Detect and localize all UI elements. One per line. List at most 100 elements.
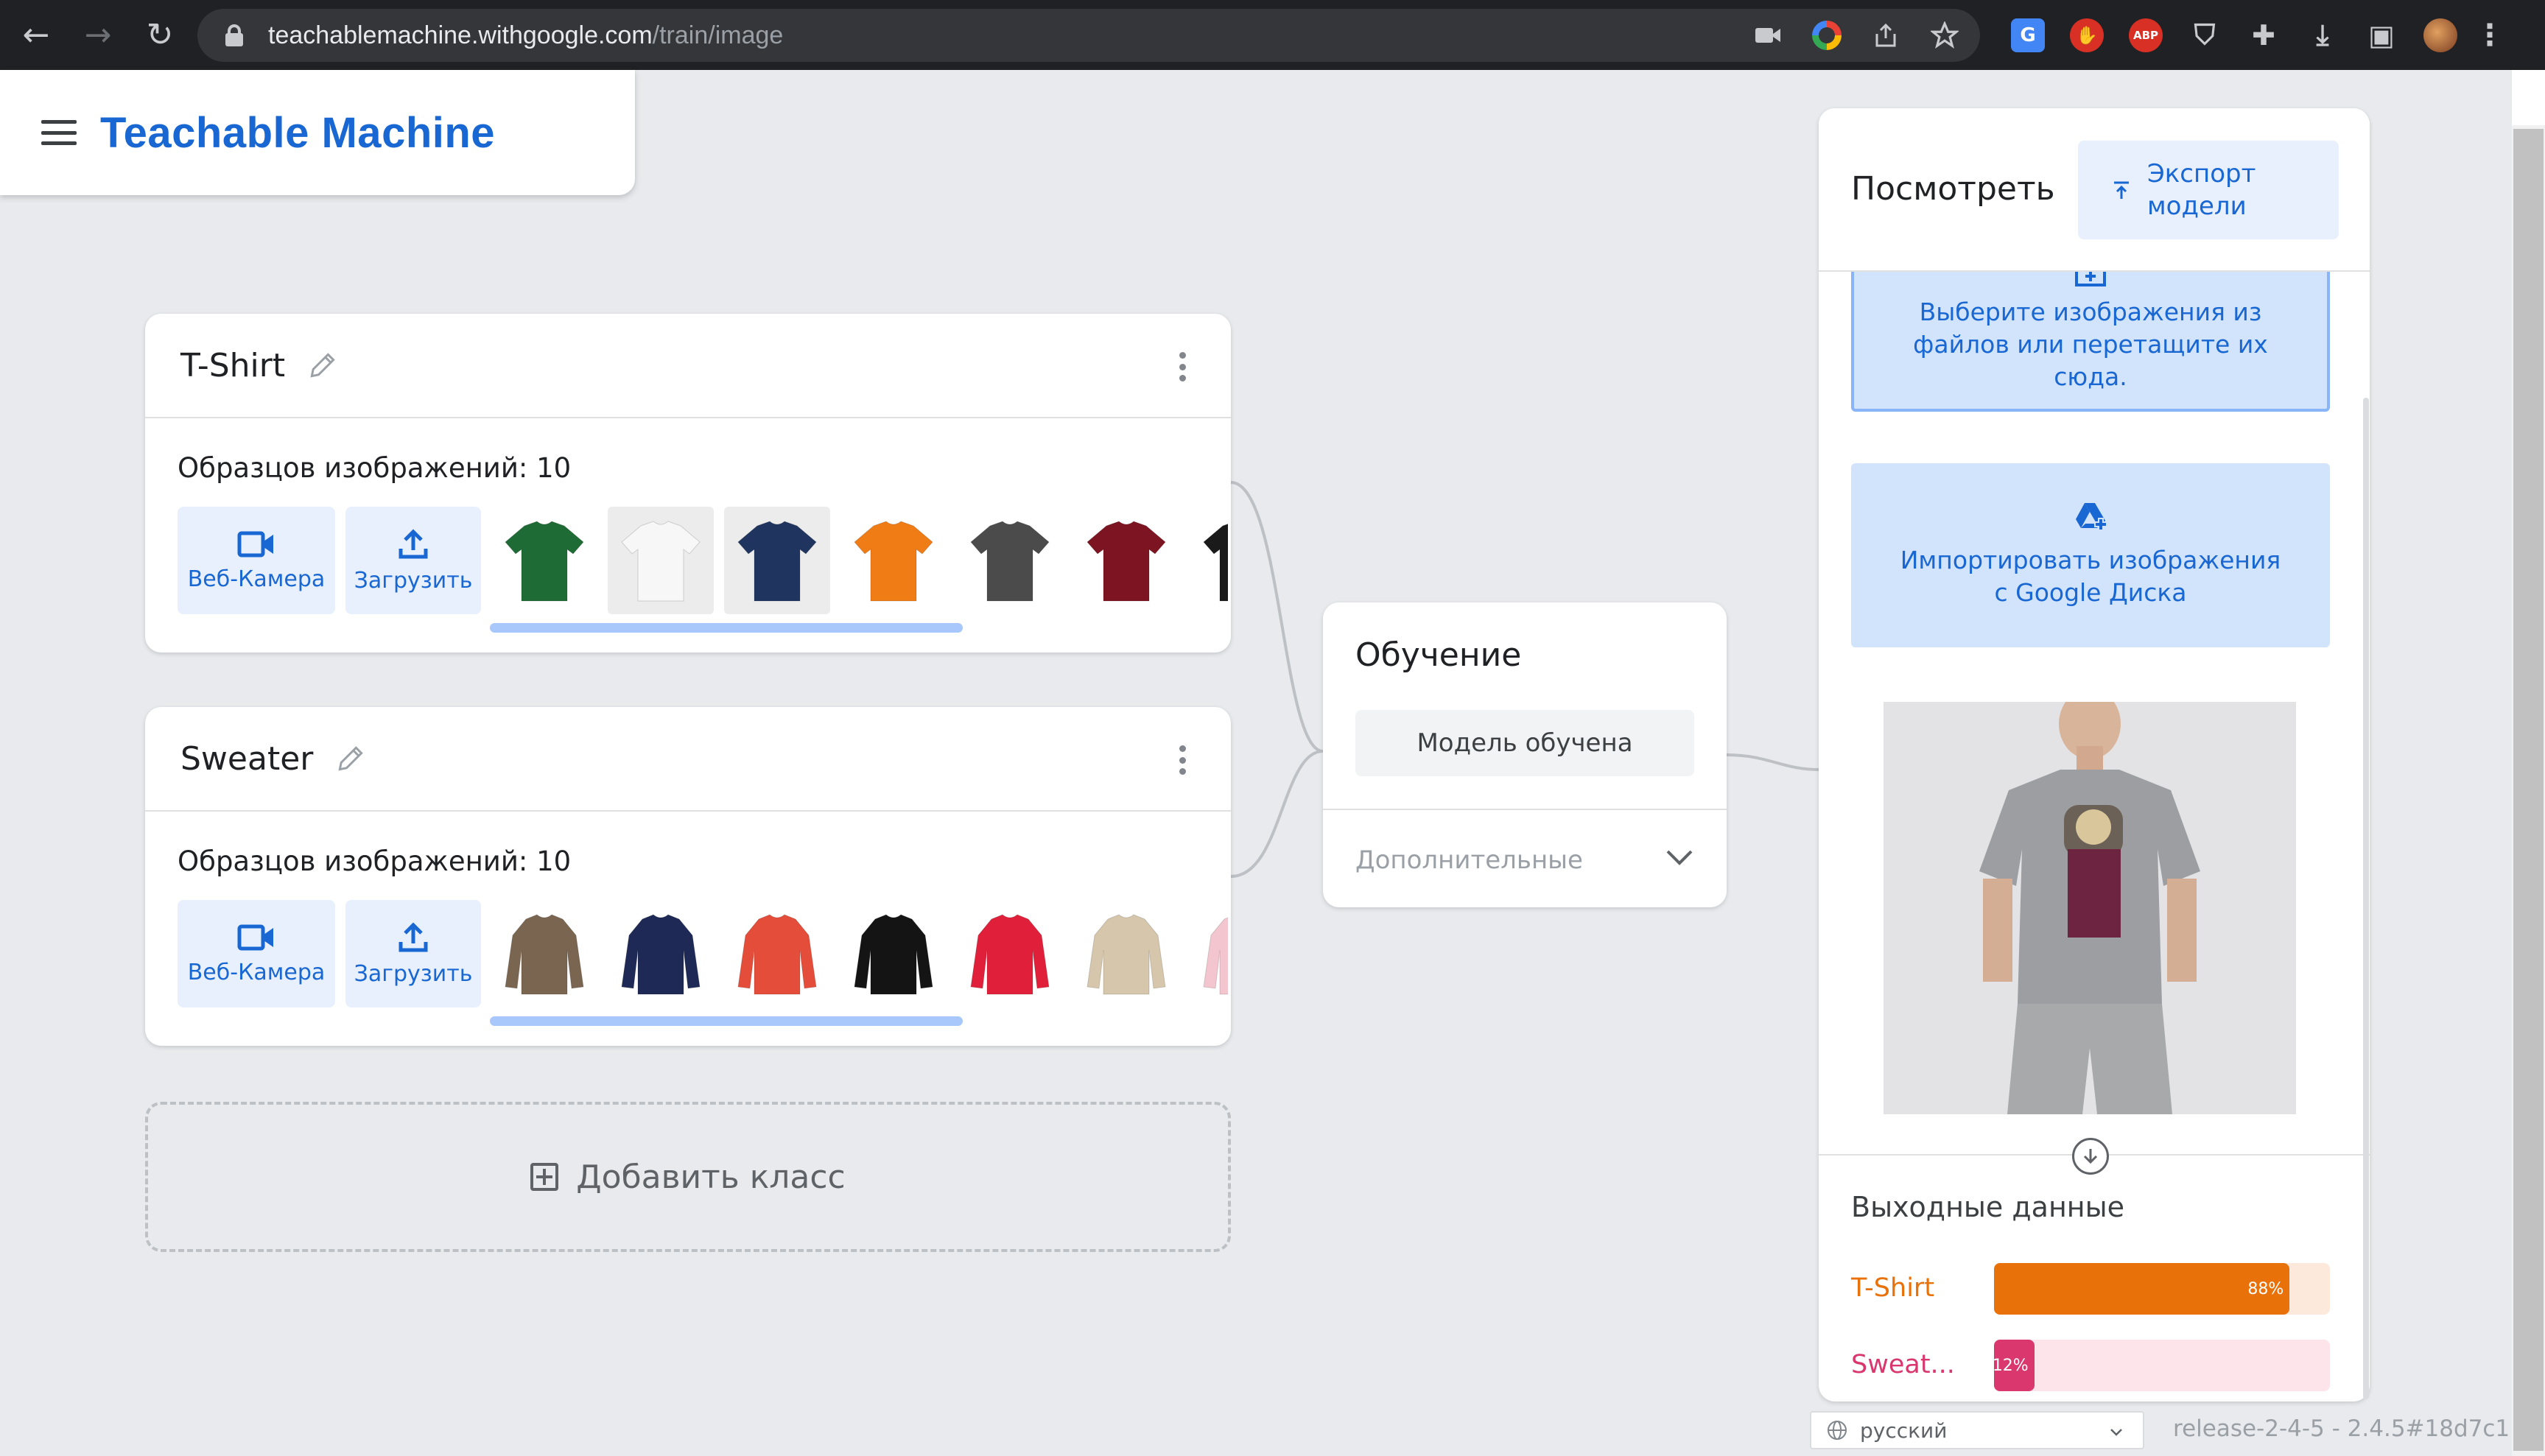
class-card-header: Sweater xyxy=(145,707,1231,812)
shield-extension-icon[interactable]: ⛉ xyxy=(2188,18,2222,52)
preview-header: Посмотреть Экспорт модели xyxy=(1819,108,2370,272)
class-options-icon[interactable] xyxy=(1178,352,1187,381)
export-label-line2: модели xyxy=(2147,191,2247,221)
train-model-button[interactable]: Модель обучена xyxy=(1355,710,1694,776)
page-scrollbar-thumb[interactable] xyxy=(2513,129,2544,1451)
divider xyxy=(1323,809,1727,810)
bookmark-star-icon[interactable] xyxy=(1930,21,1959,50)
sample-thumbnail[interactable] xyxy=(1073,900,1179,1007)
preview-image xyxy=(1884,689,2296,1114)
edit-pencil-icon[interactable] xyxy=(334,742,368,776)
sample-thumbnail[interactable] xyxy=(1190,900,1228,1007)
drop-text-line3: сюда. xyxy=(2054,362,2127,391)
url-text: teachablemachine.withgoogle.com/train/im… xyxy=(268,21,783,50)
sample-thumbnail[interactable] xyxy=(1073,507,1179,614)
training-title: Обучение xyxy=(1355,636,1522,674)
class-options-icon[interactable] xyxy=(1178,745,1187,775)
thumbnails-scrollbar[interactable] xyxy=(490,623,963,633)
sample-thumbnail[interactable] xyxy=(957,900,1063,1007)
thumbnails-scrollbar[interactable] xyxy=(490,1016,963,1026)
add-class-button[interactable]: Добавить класс xyxy=(145,1102,1231,1252)
drive-text-line2: с Google Диска xyxy=(1994,578,2187,607)
app-logo[interactable]: Teachable Machine xyxy=(100,108,495,158)
upload-button[interactable]: Загрузить xyxy=(345,507,481,614)
advanced-toggle[interactable]: Дополнительные xyxy=(1355,845,1583,875)
webcam-icon xyxy=(237,531,273,557)
preview-title: Посмотреть xyxy=(1851,170,2055,208)
sample-thumbnail[interactable] xyxy=(840,900,947,1007)
app-header: Teachable Machine xyxy=(0,70,635,195)
drop-text-line2: файлов или перетащите их xyxy=(1913,330,2268,359)
add-box-icon xyxy=(530,1163,559,1191)
chevron-down-icon xyxy=(2110,1429,2122,1436)
upload-arrow-icon xyxy=(2114,181,2129,199)
reload-button[interactable]: ↻ xyxy=(134,10,186,61)
sample-thumbnail[interactable] xyxy=(724,900,830,1007)
url-path: /train/image xyxy=(652,21,784,49)
sample-thumbnail[interactable] xyxy=(491,507,597,614)
hand-extension-icon[interactable]: ✋ xyxy=(2070,18,2104,52)
share-icon[interactable] xyxy=(1871,21,1900,50)
address-bar[interactable]: teachablemachine.withgoogle.com/train/im… xyxy=(197,9,1980,62)
language-value: русский xyxy=(1860,1418,1948,1443)
sample-thumbnails[interactable] xyxy=(491,900,1228,1007)
extensions-puzzle-icon[interactable]: ✚ xyxy=(2247,18,2281,52)
language-select[interactable]: русский xyxy=(1810,1411,2144,1449)
sample-thumbnail[interactable] xyxy=(840,507,947,614)
adblock-plus-icon[interactable]: ABP xyxy=(2129,18,2163,52)
google-drive-add-icon xyxy=(2076,503,2107,531)
sample-thumbnail[interactable] xyxy=(608,900,714,1007)
training-card: Обучение Модель обучена Дополнительные xyxy=(1323,602,1727,907)
forward-arrow-icon: → xyxy=(84,16,112,54)
output-row-tshirt: T-Shirt 88% xyxy=(1851,1263,2330,1315)
sample-thumbnail[interactable] xyxy=(957,507,1063,614)
download-icon[interactable]: ⤓ xyxy=(2306,18,2339,52)
chevron-down-icon[interactable] xyxy=(1665,845,1694,868)
upload-button[interactable]: Загрузить xyxy=(345,900,481,1007)
lock-icon xyxy=(225,24,243,46)
google-drive-import-button[interactable]: Импортировать изображения с Google Диска xyxy=(1851,463,2330,647)
upload-label: Загрузить xyxy=(354,960,473,987)
output-percent: 88% xyxy=(2247,1279,2284,1298)
menu-icon[interactable] xyxy=(41,120,77,145)
upload-label: Загрузить xyxy=(354,567,473,594)
class-name[interactable]: T-Shirt xyxy=(180,347,285,384)
sample-thumbnail[interactable] xyxy=(491,900,597,1007)
class-card-header: T-Shirt xyxy=(145,314,1231,418)
sample-thumbnail[interactable] xyxy=(608,507,714,614)
sample-thumbnail[interactable] xyxy=(724,507,830,614)
sample-thumbnails[interactable] xyxy=(491,507,1228,614)
translate-extension-icon[interactable]: G xyxy=(2011,18,2045,52)
output-bar-fill: 12% xyxy=(1993,1340,2035,1391)
forward-button[interactable]: → xyxy=(72,10,124,61)
side-panel-icon[interactable]: ▣ xyxy=(2365,18,2398,52)
webcam-button[interactable]: Веб-Камера xyxy=(178,507,335,614)
camera-blocked-icon[interactable] xyxy=(1753,21,1783,50)
drop-text-line1: Выберите изображения из xyxy=(1919,298,2262,326)
browser-menu-icon[interactable]: ⋮ xyxy=(2475,18,2504,52)
add-class-label: Добавить класс xyxy=(576,1158,846,1196)
page-scrollbar-up[interactable] xyxy=(2512,70,2545,125)
drive-text-line1: Импортировать изображения xyxy=(1900,546,2281,574)
output-bar-track: 88% xyxy=(1994,1263,2330,1315)
reload-icon: ↻ xyxy=(146,16,174,54)
preview-panel-scrollbar[interactable] xyxy=(2363,398,2369,1399)
webcam-label: Веб-Камера xyxy=(187,959,326,985)
profile-avatar[interactable] xyxy=(2423,18,2457,52)
export-model-button[interactable]: Экспорт модели xyxy=(2078,141,2339,239)
webcam-button[interactable]: Веб-Камера xyxy=(178,900,335,1007)
edit-pencil-icon[interactable] xyxy=(306,348,340,382)
webcam-label: Веб-Камера xyxy=(187,566,326,592)
version-text: release-2-4-5 - 2.4.5#18d7c1 xyxy=(2173,1415,2510,1442)
upload-icon xyxy=(399,921,428,952)
upload-icon xyxy=(399,528,428,558)
output-bar-fill: 88% xyxy=(1994,1263,2290,1315)
globe-icon xyxy=(1828,1421,1847,1440)
preview-panel: Посмотреть Экспорт модели Выберите изобр… xyxy=(1819,108,2370,1402)
back-button[interactable]: ← xyxy=(10,10,62,61)
sample-thumbnail[interactable] xyxy=(1190,507,1228,614)
samples-count: Образцов изображений: 10 xyxy=(178,845,572,877)
class-card-sweater: Sweater Образцов изображений: 10 Веб-Кам… xyxy=(145,707,1231,1046)
google-icon[interactable] xyxy=(1812,21,1842,50)
class-name[interactable]: Sweater xyxy=(180,740,313,778)
